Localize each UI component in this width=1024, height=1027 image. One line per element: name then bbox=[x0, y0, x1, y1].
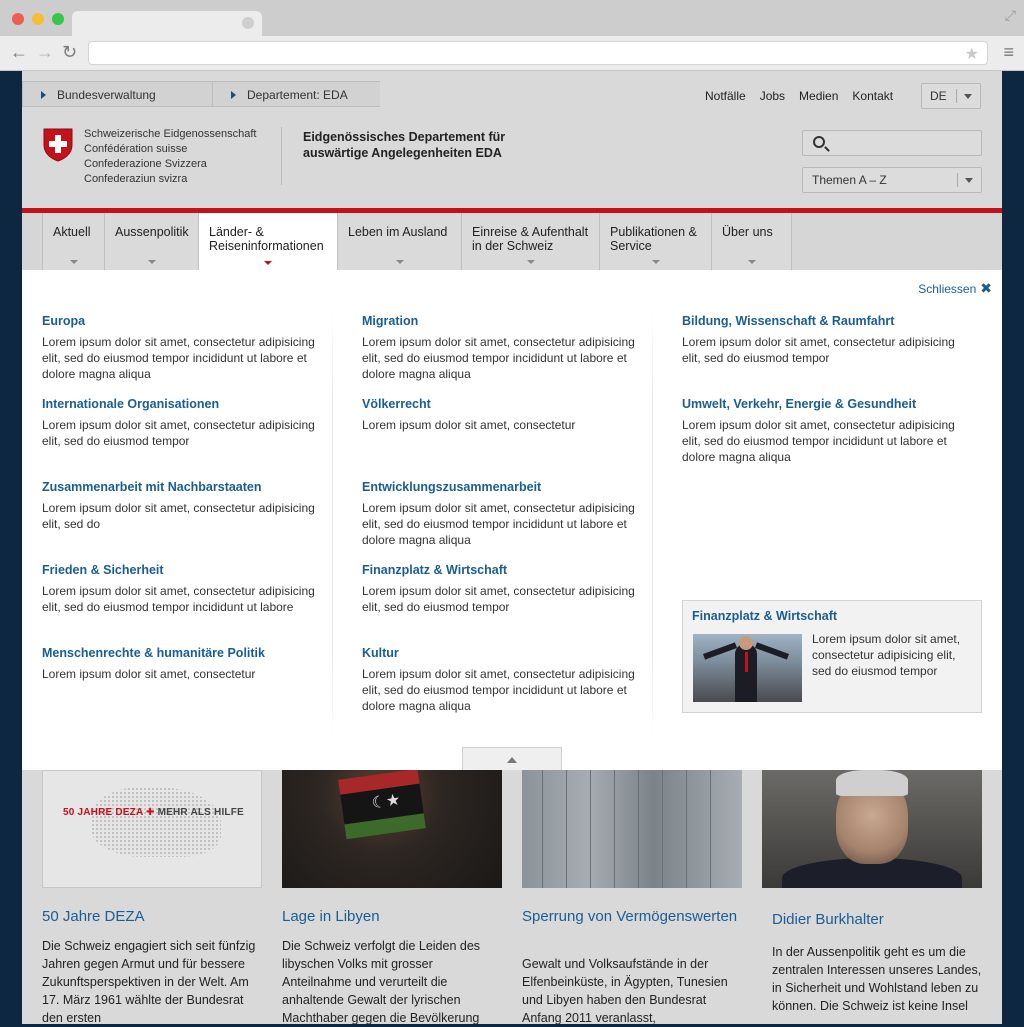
swiss-coat-of-arms-logo[interactable] bbox=[42, 127, 74, 163]
chevron-down-icon bbox=[527, 260, 535, 264]
link-notfaelle[interactable]: Notfälle bbox=[705, 89, 746, 103]
close-window-button[interactable] bbox=[12, 13, 24, 25]
card-text: Die Schweiz verfolgt die Leiden des liby… bbox=[282, 939, 481, 1025]
menu-entry[interactable]: Umwelt, Verkehr, Energie & Gesundheit Lor… bbox=[682, 397, 962, 465]
browser-tab[interactable] bbox=[72, 11, 262, 37]
search-input[interactable] bbox=[802, 130, 982, 156]
language-select[interactable]: DE bbox=[921, 83, 981, 109]
forward-arrow-icon[interactable]: → bbox=[36, 42, 54, 62]
confederation-names: Schweizerische Eidgenossenschaft Confédé… bbox=[84, 128, 257, 185]
swiss-cross-icon: ✚ bbox=[146, 807, 155, 818]
browser-chrome: ⤢ ← → ↻ ★ ≡ bbox=[0, 0, 1024, 71]
menu-entry[interactable]: Menschenrechte & humanitäre Politik Lorem… bbox=[42, 646, 322, 682]
teaser-box[interactable]: Finanzplatz & Wirtschaft Lorem ipsum dol… bbox=[682, 600, 982, 713]
department-name: Eidgenössisches Departement für auswärti… bbox=[303, 130, 506, 160]
card-text: Die Schweiz engagiert sich seit fünfzig … bbox=[42, 939, 256, 1025]
breadcrumb-item-bundesverwaltung[interactable]: Bundesverwaltung bbox=[22, 81, 212, 107]
menu-entry[interactable]: Kultur Lorem ipsum dolor sit amet, consec… bbox=[362, 646, 642, 714]
menu-entry[interactable]: Finanzplatz & Wirtschaft Lorem ipsum dolo… bbox=[362, 563, 642, 615]
deza-banner-image[interactable]: 50 JAHRE DEZA ✚ MEHR ALS HILFE bbox=[42, 770, 262, 888]
tab-close-icon[interactable] bbox=[242, 17, 254, 29]
themen-label: Themen A – Z bbox=[812, 173, 887, 187]
card-text: In der Aussenpolitik geht es um die zent… bbox=[772, 945, 982, 1013]
link-kontakt[interactable]: Kontakt bbox=[852, 89, 893, 103]
menu-entry[interactable]: Internationale Organisationen Lorem ipsum… bbox=[42, 397, 322, 449]
chevron-down-icon bbox=[148, 260, 156, 264]
main-navigation: Aktuell Aussenpolitik Länder- & Reiseninf… bbox=[22, 208, 1002, 275]
link-jobs[interactable]: Jobs bbox=[760, 89, 785, 103]
nav-item-aktuell[interactable]: Aktuell bbox=[42, 213, 105, 270]
content-teasers: 50 JAHRE DEZA ✚ MEHR ALS HILFE 50 Jahre … bbox=[22, 770, 1002, 1025]
card-text: Gewalt und Volksaufstände in der Elfenbe… bbox=[522, 957, 728, 1025]
nav-item-aussenpolitik[interactable]: Aussenpolitik bbox=[104, 213, 199, 270]
language-value: DE bbox=[930, 89, 947, 103]
chevron-down-icon bbox=[264, 261, 272, 265]
menu-entry[interactable]: Europa Lorem ipsum dolor sit amet, consec… bbox=[42, 314, 322, 382]
portrait-image[interactable] bbox=[762, 770, 982, 888]
fullscreen-icon[interactable]: ⤢ bbox=[1005, 7, 1016, 24]
chevron-down-icon bbox=[652, 260, 660, 264]
column-divider bbox=[652, 310, 653, 740]
menu-entry[interactable]: Bildung, Wissenschaft & Raumfahrt Lorem i… bbox=[682, 314, 962, 366]
service-links: Notfälle Jobs Medien Kontakt bbox=[705, 89, 907, 103]
menu-entry[interactable]: Frieden & Sicherheit Lorem ipsum dolor si… bbox=[42, 563, 322, 615]
mega-menu-panel: Schliessen ✖ Europa Lorem ipsum dolor sit … bbox=[22, 270, 1002, 770]
chevron-down-icon bbox=[396, 260, 404, 264]
nav-item-laender-reiseninformationen[interactable]: Länder- & Reiseninformationen bbox=[198, 213, 337, 275]
teaser-title[interactable]: Finanzplatz & Wirtschaft bbox=[692, 609, 837, 623]
chevron-down-icon bbox=[965, 178, 973, 183]
breadcrumb: Bundesverwaltung Departement: EDA bbox=[22, 81, 380, 107]
card-title[interactable]: Lage in Libyen bbox=[282, 908, 380, 926]
close-icon: ✖ bbox=[980, 280, 992, 296]
menu-entry[interactable]: Zusammenarbeit mit Nachbarstaaten Lorem i… bbox=[42, 480, 322, 532]
themen-select[interactable]: Themen A – Z bbox=[802, 167, 982, 193]
bank-lockers-image[interactable] bbox=[522, 770, 742, 888]
reload-icon[interactable]: ↻ bbox=[62, 42, 77, 62]
browser-toolbar: ← → ↻ ★ ≡ bbox=[0, 36, 1024, 71]
minimize-window-button[interactable] bbox=[32, 13, 44, 25]
breadcrumb-item-departement[interactable]: Departement: EDA bbox=[212, 81, 380, 107]
browser-menu-icon[interactable]: ≡ bbox=[1003, 42, 1014, 63]
chevron-down-icon bbox=[964, 94, 972, 99]
teaser-text: Lorem ipsum dolor sit amet, consectetur … bbox=[812, 632, 961, 678]
chevron-up-icon bbox=[507, 757, 517, 763]
tab-strip: ⤢ bbox=[0, 0, 1024, 37]
libya-protest-image[interactable]: ☾★ bbox=[282, 770, 502, 888]
nav-item-leben-im-ausland[interactable]: Leben im Ausland bbox=[337, 213, 462, 270]
menu-entry[interactable]: Migration Lorem ipsum dolor sit amet, con… bbox=[362, 314, 642, 382]
menu-entry[interactable]: Völkerrecht Lorem ipsum dolor sit amet, c… bbox=[362, 397, 642, 433]
nav-item-ueber-uns[interactable]: Über uns bbox=[711, 213, 792, 270]
address-bar[interactable]: ★ bbox=[88, 41, 988, 65]
collapse-menu-button[interactable] bbox=[462, 747, 562, 770]
menu-entry[interactable]: Entwicklungszusammenarbeit Lorem ipsum do… bbox=[362, 480, 642, 548]
maximize-window-button[interactable] bbox=[52, 13, 64, 25]
back-arrow-icon[interactable]: ← bbox=[10, 42, 28, 62]
link-medien[interactable]: Medien bbox=[799, 89, 838, 103]
nav-item-publikationen-service[interactable]: Publikationen & Service bbox=[599, 213, 712, 270]
card-title[interactable]: 50 Jahre DEZA bbox=[42, 908, 145, 926]
close-menu-button[interactable]: Schliessen ✖ bbox=[918, 280, 992, 297]
nav-item-einreise-aufenthalt[interactable]: Einreise & Aufenthalt in der Schweiz bbox=[461, 213, 600, 270]
divider bbox=[281, 127, 282, 185]
card-title[interactable]: Didier Burkhalter bbox=[772, 911, 884, 929]
web-page: Bundesverwaltung Departement: EDA Notfäl… bbox=[22, 71, 1002, 1025]
card-title[interactable]: Sperrung von Vermögenswerten bbox=[522, 908, 742, 926]
teaser-photo[interactable] bbox=[693, 634, 802, 702]
column-divider bbox=[332, 310, 333, 740]
chevron-down-icon bbox=[747, 260, 756, 264]
bookmark-star-icon[interactable]: ★ bbox=[965, 44, 979, 64]
chevron-down-icon bbox=[70, 260, 78, 264]
search-icon[interactable] bbox=[813, 136, 825, 148]
